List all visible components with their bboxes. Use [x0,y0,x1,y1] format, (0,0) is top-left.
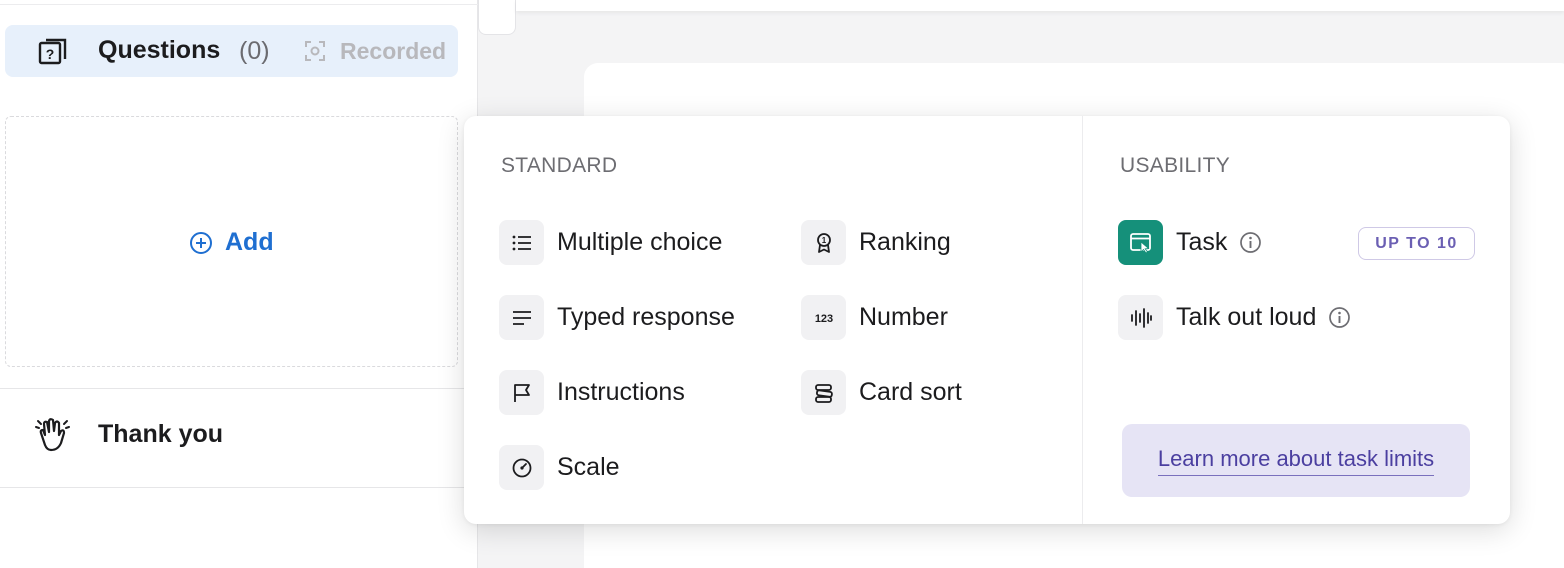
thank-you-title[interactable]: Thank you [98,420,223,449]
top-bar [516,0,1564,11]
option-task[interactable]: Task [1118,220,1262,265]
sound-wave-icon [1118,295,1163,340]
svg-text:1: 1 [821,236,826,245]
collapse-tab[interactable] [478,0,516,35]
questions-section[interactable]: ? Questions (0) Recorded [5,25,458,77]
info-icon[interactable] [1328,306,1351,329]
option-label: Talk out loud [1176,303,1317,331]
option-label: Scale [557,453,620,481]
option-label: Ranking [859,228,951,256]
flag-icon [499,370,544,415]
question-type-popover: STANDARD USABILITY Multiple choice Typed… [464,116,1510,524]
plus-circle-icon [190,231,212,254]
questions-title: Questions [98,36,221,64]
divider [0,487,478,488]
option-label: Task [1176,228,1228,256]
option-label: Number [859,303,948,331]
option-card-sort[interactable]: Card sort [801,370,962,415]
award-icon: 1 [801,220,846,265]
sidebar: ? Questions (0) Recorded Add Thank you [0,0,478,568]
browser-cursor-icon [1118,220,1163,265]
add-question-button[interactable]: Add [189,228,274,257]
add-question-area: Add [5,116,458,367]
option-label: Multiple choice [557,228,723,256]
info-icon[interactable] [1239,231,1262,254]
divider [1082,116,1083,524]
option-label: Instructions [557,378,685,406]
learn-more-box[interactable]: Learn more about task limits [1122,424,1470,497]
option-scale[interactable]: Scale [499,445,620,490]
option-label: Card sort [859,378,962,406]
list-icon [499,220,544,265]
option-typed-response[interactable]: Typed response [499,295,735,340]
usability-heading: USABILITY [1120,154,1231,177]
task-limit-badge: UP TO 10 [1358,227,1475,260]
gauge-icon [499,445,544,490]
svg-text:?: ? [46,46,55,62]
add-label: Add [225,228,274,256]
divider [0,388,478,389]
svg-text:123: 123 [814,313,832,325]
learn-more-link[interactable]: Learn more about task limits [1157,446,1435,476]
question-cards-icon: ? [38,38,67,65]
option-ranking[interactable]: 1 Ranking [801,220,951,265]
text-lines-icon [499,295,544,340]
option-number[interactable]: 123 Number [801,295,948,340]
recorded-icon [305,41,325,61]
standard-heading: STANDARD [501,154,618,177]
card-sort-icon [801,370,846,415]
123-icon: 123 [801,295,846,340]
option-multiple-choice[interactable]: Multiple choice [499,220,722,265]
option-label: Typed response [557,303,735,331]
waving-hand-icon [35,418,70,452]
option-instructions[interactable]: Instructions [499,370,685,415]
option-talk-out-loud[interactable]: Talk out loud [1118,295,1351,340]
divider [0,4,478,5]
recorded-label: Recorded [340,38,447,64]
questions-count: (0) [239,37,270,65]
